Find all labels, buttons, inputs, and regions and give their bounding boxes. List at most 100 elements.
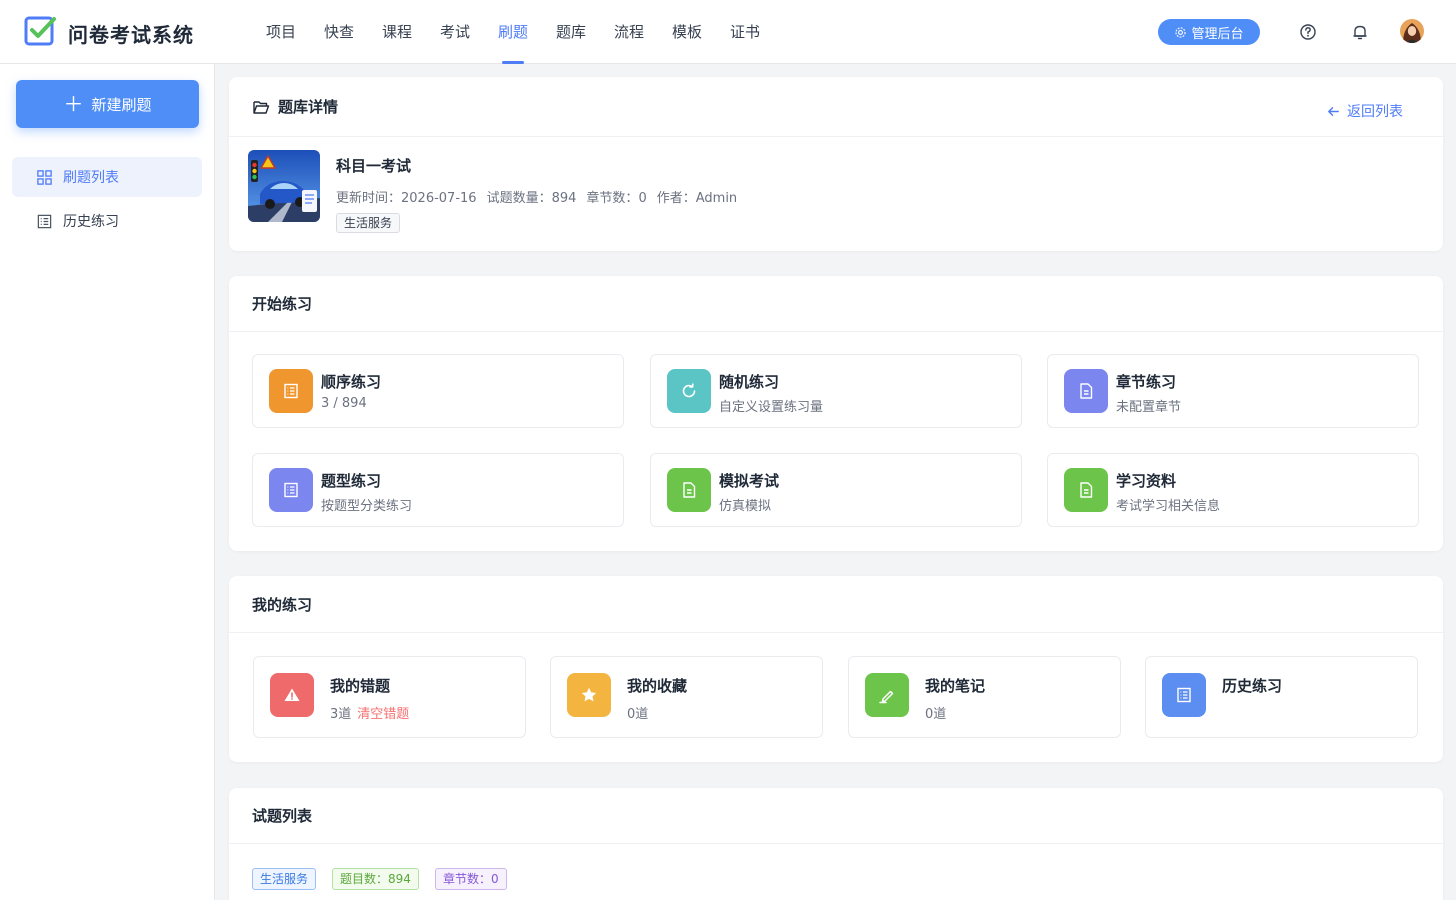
new-practice-label: 新建刷题 <box>91 95 152 114</box>
tile-subtitle: 自定义设置练习量 <box>719 400 824 415</box>
section-title: 我的练习 <box>252 595 313 614</box>
tile-icon-box <box>1162 673 1206 717</box>
favorites-tile[interactable]: 我的收藏 0道 <box>550 656 823 738</box>
help-icon[interactable] <box>1298 22 1318 42</box>
nav-item-course[interactable]: 课程 <box>368 0 426 64</box>
new-practice-button[interactable]: ＋ 新建刷题 <box>16 80 199 128</box>
tile-icon-box <box>270 673 314 717</box>
document-icon <box>1080 482 1093 498</box>
tile-subtitle: 0道 <box>925 707 947 722</box>
history-practice-tile[interactable]: 历史练习 <box>1145 656 1418 738</box>
tile-icon-box <box>1064 369 1108 413</box>
folder-open-icon <box>253 100 270 114</box>
avatar[interactable] <box>1400 19 1424 43</box>
star-icon <box>581 687 597 702</box>
tile-title: 学习资料 <box>1116 472 1177 490</box>
nav-item-exam[interactable]: 考试 <box>426 0 484 64</box>
tile-icon-box <box>269 369 313 413</box>
tile-title: 我的笔记 <box>925 677 986 695</box>
refresh-icon <box>682 383 696 398</box>
nav-item-project[interactable]: 项目 <box>252 0 310 64</box>
sidebar-item-history[interactable]: 历史练习 <box>12 201 202 241</box>
question-list-header: 试题列表 <box>229 788 1443 844</box>
section-title: 题库详情 <box>278 98 339 116</box>
tile-icon-box <box>567 673 611 717</box>
section-title: 开始练习 <box>252 295 313 313</box>
bank-meta: 更新时间：2026-07-16 试题数量：894 章节数：0 作者：Admin <box>336 187 737 206</box>
wrong-count: 3道 <box>330 707 352 722</box>
question-type-practice-tile[interactable]: 题型练习 按题型分类练习 <box>252 453 624 527</box>
tile-title: 题型练习 <box>321 472 382 490</box>
arrow-left-icon <box>1328 106 1339 116</box>
bank-detail-card: 题库详情 返回列表 科目一考试 更新时间：2026-07-16 试题数量：894… <box>229 77 1443 251</box>
nav-item-certificate[interactable]: 证书 <box>716 0 774 64</box>
nav-item-question-bank[interactable]: 题库 <box>542 0 600 64</box>
tile-subtitle: 0道 <box>627 707 649 722</box>
tile-subtitle: 3道 清空错题 <box>330 703 409 722</box>
top-navigation-bar: 问卷考试系统 项目 快查 课程 考试 刷题 题库 流程 模板 证书 管理后台 <box>0 0 1456 64</box>
clear-wrong-link[interactable]: 清空错题 <box>357 707 409 722</box>
bank-detail-header: 题库详情 返回列表 <box>229 77 1443 137</box>
tile-subtitle: 按题型分类练习 <box>321 499 413 514</box>
random-practice-tile[interactable]: 随机练习 自定义设置练习量 <box>650 354 1022 428</box>
gear-icon <box>1175 26 1187 38</box>
meta-chapter-count: 章节数：0 <box>586 191 647 206</box>
meta-updated: 更新时间：2026-07-16 <box>336 191 477 206</box>
bank-thumbnail <box>248 150 320 222</box>
meta-author: 作者：Admin <box>656 191 738 206</box>
wrong-questions-tile[interactable]: 我的错题 3道 清空错题 <box>253 656 526 738</box>
meta-question-count: 试题数量：894 <box>486 191 577 206</box>
tile-subtitle: 考试学习相关信息 <box>1116 499 1221 514</box>
question-count-badge: 题目数：894 <box>332 868 419 890</box>
start-practice-header: 开始练习 <box>229 276 1443 332</box>
tile-icon-box <box>269 468 313 512</box>
tile-icon-box <box>667 468 711 512</box>
sidebar-item-label: 刷题列表 <box>63 170 119 186</box>
start-practice-card: 开始练习 顺序练习 3 / 894 随机练习 自定义设置练习量 章节练习 未配置… <box>229 276 1443 551</box>
nav-item-workflow[interactable]: 流程 <box>600 0 658 64</box>
list-icon <box>284 383 298 399</box>
grid-icon <box>37 169 52 185</box>
sidebar-item-label: 历史练习 <box>63 214 119 230</box>
nav-item-quick-check[interactable]: 快查 <box>310 0 368 64</box>
tile-title: 章节练习 <box>1116 373 1177 391</box>
plus-icon: ＋ <box>63 92 84 116</box>
mock-exam-tile[interactable]: 模拟考试 仿真模拟 <box>650 453 1022 527</box>
category-badge: 生活服务 <box>252 868 317 890</box>
study-material-tile[interactable]: 学习资料 考试学习相关信息 <box>1047 453 1419 527</box>
admin-console-label: 管理后台 <box>1191 26 1244 42</box>
back-label: 返回列表 <box>1347 104 1403 120</box>
back-to-list-link[interactable]: 返回列表 <box>1326 101 1403 121</box>
tile-subtitle: 3 / 894 <box>321 396 367 411</box>
category-tag: 生活服务 <box>336 213 401 233</box>
app-title: 问卷考试系统 <box>68 23 194 47</box>
tile-title: 顺序练习 <box>321 373 382 391</box>
bell-icon[interactable] <box>1350 22 1370 42</box>
tile-title: 模拟考试 <box>719 472 780 490</box>
tile-title: 我的错题 <box>330 677 391 695</box>
tile-title: 我的收藏 <box>627 677 688 695</box>
chapter-count-badge: 章节数：0 <box>435 868 507 890</box>
nav-item-template[interactable]: 模板 <box>658 0 716 64</box>
tile-title: 历史练习 <box>1222 677 1283 695</box>
tile-subtitle: 未配置章节 <box>1116 400 1182 415</box>
section-title: 试题列表 <box>252 807 313 825</box>
notes-tile[interactable]: 我的笔记 0道 <box>848 656 1121 738</box>
tile-icon-box <box>865 673 909 717</box>
sequential-practice-tile[interactable]: 顺序练习 3 / 894 <box>252 354 624 428</box>
list-icon <box>37 214 52 228</box>
admin-console-button[interactable]: 管理后台 <box>1158 19 1260 45</box>
chapter-practice-tile[interactable]: 章节练习 未配置章节 <box>1047 354 1419 428</box>
list-icon <box>284 482 298 498</box>
warning-icon <box>284 688 300 701</box>
list-icon <box>1177 687 1191 703</box>
pen-icon <box>879 690 894 704</box>
sidebar: ＋ 新建刷题 刷题列表 历史练习 <box>0 64 215 900</box>
my-practice-card: 我的练习 我的错题 3道 清空错题 我的收藏 0道 我的笔记 0道 历史练习 <box>229 576 1443 762</box>
tile-icon-box <box>1064 468 1108 512</box>
nav-item-practice[interactable]: 刷题 <box>484 0 542 64</box>
tile-title: 随机练习 <box>719 373 780 391</box>
main-nav: 项目 快查 课程 考试 刷题 题库 流程 模板 证书 <box>252 0 774 64</box>
checkbox-logo-icon <box>24 16 56 46</box>
sidebar-item-practice-list[interactable]: 刷题列表 <box>12 157 202 197</box>
